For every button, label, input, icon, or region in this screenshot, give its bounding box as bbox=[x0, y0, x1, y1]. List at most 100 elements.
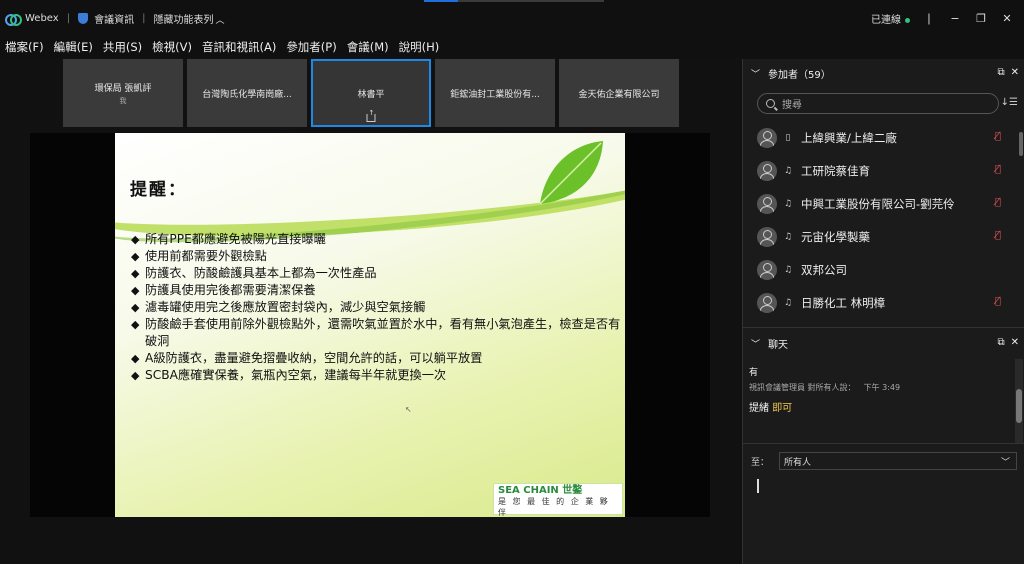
muted-mic-icon[interactable]: 🎙̸ bbox=[995, 296, 1001, 307]
close-panel-icon[interactable]: ✕ bbox=[1011, 67, 1019, 78]
search-placeholder: 搜尋 bbox=[782, 100, 802, 111]
participant-item[interactable]: ♫ 中興工業股份有限公司-劉芫伶 🎙̸ bbox=[743, 187, 1013, 220]
chat-title: 聊天 bbox=[768, 339, 789, 351]
chat-input-caret[interactable] bbox=[757, 479, 759, 493]
participants-header[interactable]: ﹀ 參加者（59） ⧉ ✕ bbox=[743, 59, 1024, 87]
recipient-select[interactable]: 所有人 ﹀ bbox=[779, 452, 1018, 470]
chat-sender: 有 bbox=[749, 368, 759, 378]
participant-name: 日勝化工 林明樟 bbox=[801, 295, 886, 310]
menu-share[interactable]: 共用(S) bbox=[98, 39, 147, 55]
avatar bbox=[757, 226, 777, 247]
audio-icon: ♫ bbox=[783, 264, 793, 275]
close-panel-icon[interactable]: ✕ bbox=[1011, 337, 1019, 348]
audio-icon: ♫ bbox=[783, 198, 793, 209]
menu-help[interactable]: 說明(H) bbox=[394, 39, 445, 55]
chevron-down-icon: ﹀ bbox=[1001, 458, 1011, 468]
divider bbox=[743, 443, 1024, 444]
video-tile[interactable]: 金天佑企業有限公司 bbox=[559, 59, 679, 127]
chevron-down-icon[interactable]: ﹀ bbox=[751, 337, 760, 350]
close-button[interactable]: ✕ bbox=[1000, 12, 1014, 25]
connection-status: 已連線 bbox=[871, 11, 910, 26]
pin-icon[interactable]: ❘ bbox=[922, 12, 936, 25]
video-tile[interactable]: 台灣陶氏化學南崗廠... bbox=[187, 59, 307, 127]
slide-bullet: 防酸鹼手套使用前除外觀檢點外，還需吹氣並置於水中，看有無小氣泡產生，檢查是否有破… bbox=[131, 316, 621, 350]
sharing-icon bbox=[366, 109, 376, 122]
menu-file[interactable]: 檔案(F) bbox=[0, 39, 49, 55]
participant-item[interactable]: ♫ 元宙化學製藥 🎙̸ bbox=[743, 220, 1013, 253]
chat-header[interactable]: ﹀ 聊天 ⧉ ✕ bbox=[743, 329, 1024, 357]
hide-menu-bar-button[interactable]: 隱藏功能表列 ︿ bbox=[153, 11, 224, 26]
menu-bar: 檔案(F) 編輯(E) 共用(S) 檢視(V) 音訊和視訊(A) 參加者(P) … bbox=[0, 36, 1024, 58]
participant-name: 上緯興業/上緯二廠 bbox=[801, 130, 897, 145]
participant-item[interactable]: ▯ 上緯興業/上緯二廠 🎙̸ bbox=[743, 121, 1013, 154]
divider bbox=[743, 327, 1024, 328]
popout-icon[interactable]: ⧉ bbox=[997, 67, 1004, 78]
popout-icon[interactable]: ⧉ bbox=[997, 337, 1004, 348]
video-tile[interactable]: 鉅鋐油封工業股份有... bbox=[435, 59, 555, 127]
title-bar: Webex | 會議資訊 | 隱藏功能表列 ︿ 已連線 ❘ − ❐ ✕ bbox=[0, 0, 1024, 36]
chevron-down-icon[interactable]: ﹀ bbox=[751, 67, 760, 80]
shared-content-stage: 提醒： 所有PPE都應避免被陽光直接曝曬 使用前都需要外觀檢點 防護衣、防酸鹼護… bbox=[30, 133, 710, 517]
audio-icon: ♫ bbox=[783, 231, 793, 242]
slide-bullets: 所有PPE都應避免被陽光直接曝曬 使用前都需要外觀檢點 防護衣、防酸鹼護具基本上… bbox=[131, 231, 621, 384]
tile-name: 台灣陶氏化學南崗廠... bbox=[202, 89, 292, 100]
participants-scrollbar[interactable] bbox=[1019, 132, 1023, 156]
video-tile[interactable]: 環保局 張凱評 我 bbox=[63, 59, 183, 127]
company-logo: SEA CHAIN 世鏊 是 您 最 佳 的 企 業 夥 伴 bbox=[493, 483, 623, 517]
participant-item[interactable]: ♫ 日勝化工 林明樟 🎙̸ bbox=[743, 286, 1013, 319]
participant-search-input[interactable]: 搜尋 bbox=[757, 93, 999, 114]
audio-icon: ♫ bbox=[783, 165, 793, 176]
menu-view[interactable]: 檢視(V) bbox=[147, 39, 197, 55]
avatar bbox=[757, 292, 777, 313]
sort-icon[interactable]: ↓☰ bbox=[1001, 97, 1018, 108]
muted-mic-icon[interactable]: 🎙̸ bbox=[995, 230, 1001, 241]
chat-meta: 視訊會議管理員 對所有人說： 下午 3:49 bbox=[749, 383, 901, 392]
to-label: 至： bbox=[751, 457, 770, 468]
video-strip: 環保局 張凱評 我 台灣陶氏化學南崗廠... 林書平 鉅鋐油封工業股份有... … bbox=[63, 59, 679, 127]
menu-participants[interactable]: 參加者(P) bbox=[281, 39, 341, 55]
minimize-button[interactable]: − bbox=[948, 12, 962, 25]
logo-brand: SEA CHAIN 世鏊 bbox=[498, 484, 583, 496]
avatar bbox=[757, 127, 777, 148]
top-accent-bar bbox=[424, 0, 604, 2]
participant-item[interactable]: ♫ 双邦公司 bbox=[743, 253, 1013, 286]
audio-icon: ♫ bbox=[783, 297, 793, 308]
avatar bbox=[757, 160, 777, 181]
status-dot-icon bbox=[905, 17, 910, 23]
participant-item[interactable]: ♫ 工研院蔡佳育 🎙̸ bbox=[743, 154, 1013, 187]
mouse-cursor-icon: ↖ bbox=[405, 405, 412, 414]
chat-time: 下午 3:49 bbox=[863, 383, 901, 392]
slide-bullet: SCBA應確實保養，氣瓶內空氣，建議每半年就更換一次 bbox=[131, 367, 621, 384]
chat-scrollbar[interactable] bbox=[1015, 359, 1023, 443]
slide-bullet: 濾毒罐使用完之後應放置密封袋內，減少與空氣接觸 bbox=[131, 299, 621, 316]
participant-list: ▯ 上緯興業/上緯二廠 🎙̸ ♫ 工研院蔡佳育 🎙̸ ♫ 中興工業股份有限公司-… bbox=[743, 121, 1013, 319]
slide-title: 提醒： bbox=[130, 180, 187, 200]
search-icon bbox=[766, 99, 775, 108]
chevron-up-icon: ︿ bbox=[215, 15, 225, 26]
tile-name: 鉅鋐油封工業股份有... bbox=[450, 89, 540, 100]
slide-bullet: 所有PPE都應避免被陽光直接曝曬 bbox=[131, 231, 621, 248]
participant-name: 双邦公司 bbox=[801, 262, 847, 277]
slide-bullet: 使用前都需要外觀檢點 bbox=[131, 248, 621, 265]
menu-meeting[interactable]: 會議(M) bbox=[342, 39, 394, 55]
muted-mic-icon[interactable]: 🎙̸ bbox=[995, 164, 1001, 175]
tile-self-label: 我 bbox=[119, 96, 127, 105]
participant-name: 工研院蔡佳育 bbox=[801, 163, 870, 178]
slide-bullet: A級防護衣，盡量避免摺疊收納，空間允許的話，可以躺平放置 bbox=[131, 350, 621, 367]
shield-icon[interactable] bbox=[78, 12, 89, 24]
avatar bbox=[757, 259, 777, 280]
slide-bullet: 防護具使用完後都需要清潔保養 bbox=[131, 282, 621, 299]
muted-mic-icon[interactable]: 🎙̸ bbox=[995, 131, 1001, 142]
slide-bullet: 防護衣、防酸鹼護具基本上都為一次性產品 bbox=[131, 265, 621, 282]
tile-name: 林書平 bbox=[357, 89, 385, 100]
meeting-info-button[interactable]: 會議資訊 bbox=[94, 11, 134, 26]
muted-mic-icon[interactable]: 🎙̸ bbox=[995, 197, 1001, 208]
shared-slide: 提醒： 所有PPE都應避免被陽光直接曝曬 使用前都需要外觀檢點 防護衣、防酸鹼護… bbox=[115, 133, 625, 517]
menu-edit[interactable]: 編輯(E) bbox=[49, 39, 98, 55]
menu-audio-video[interactable]: 音訊和視訊(A) bbox=[197, 39, 281, 55]
participant-name: 中興工業股份有限公司-劉芫伶 bbox=[801, 196, 955, 211]
webex-logo-icon bbox=[5, 13, 22, 26]
restore-button[interactable]: ❐ bbox=[974, 12, 988, 25]
side-panel: ﹀ 參加者（59） ⧉ ✕ 搜尋 ↓☰ ▯ 上緯興業/上緯二廠 🎙̸ ♫ 工研院… bbox=[742, 59, 1024, 564]
video-tile-active-speaker[interactable]: 林書平 bbox=[311, 59, 431, 127]
